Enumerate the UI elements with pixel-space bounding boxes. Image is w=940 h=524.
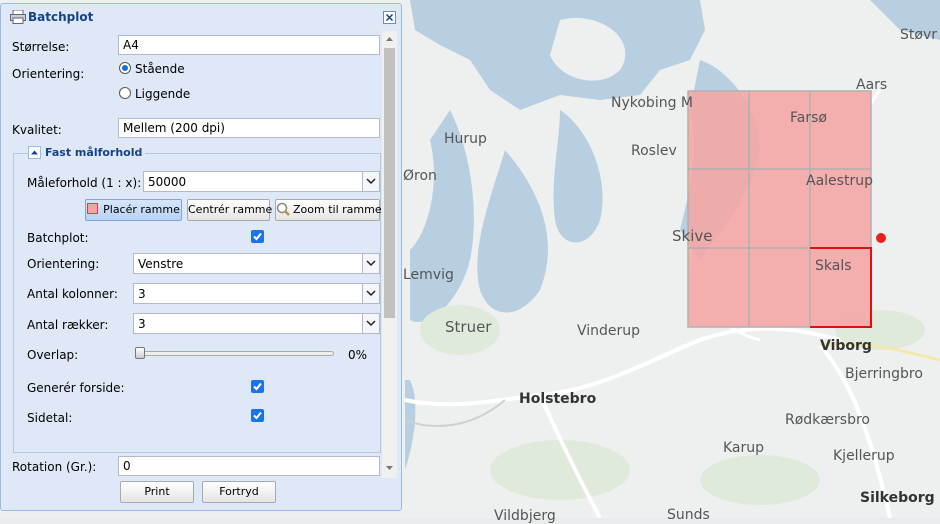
columns-trigger[interactable] <box>362 284 379 303</box>
checkmark-icon <box>253 232 262 241</box>
map-label-aalestrup: Aalestrup <box>806 173 873 189</box>
place-frame-button[interactable]: Placér ramme <box>85 199 182 221</box>
overlap-slider-thumb[interactable] <box>135 347 145 359</box>
cover-checkbox[interactable] <box>251 380 264 393</box>
panel-header[interactable]: Batchplot <box>1 4 401 30</box>
chevron-down-icon <box>366 178 376 185</box>
overlap-label: Overlap: <box>27 348 79 362</box>
scale-dropdown-trigger[interactable] <box>362 172 379 191</box>
scale-select[interactable]: 50000 <box>143 171 380 192</box>
scroll-down-icon[interactable] <box>382 463 397 473</box>
map-label-aars: Aars <box>856 77 888 93</box>
rotation-label: Rotation (Gr.): <box>12 460 97 474</box>
map-label-skive: Skive <box>672 227 713 245</box>
orientation-landscape-label: Liggende <box>135 87 191 101</box>
columns-value: 3 <box>138 287 146 301</box>
panel-body: Størrelse: A4 Orientering: Stående Ligge… <box>2 31 382 478</box>
rows-label: Antal rækker: <box>27 318 109 332</box>
map-label-holstebro: Holstebro <box>519 391 597 407</box>
map-label-vildbjerg: Vildbjerg <box>494 508 556 524</box>
zoom-frame-label: Zoom til ramme <box>293 203 382 216</box>
fixed-scale-legend: Fast målforhold <box>42 146 146 159</box>
map-label-vinderup: Vinderup <box>577 323 641 339</box>
columns-select[interactable]: 3 <box>133 283 380 304</box>
center-frame-button[interactable]: Centrér ramme <box>187 199 273 221</box>
map-label-hurup: Hurup <box>444 131 487 147</box>
map-label-karup: Karup <box>723 440 765 456</box>
map-label-silkeborg: Silkeborg <box>860 490 935 506</box>
panel-footer: Print Fortryd <box>2 478 400 510</box>
batchplot-panel: Batchplot Størrelse: A4 Orientering: Stå… <box>0 3 402 511</box>
map-label-stovring: Støvr <box>900 27 937 43</box>
panel-title: Batchplot <box>28 10 94 24</box>
pagenum-label: Sidetal: <box>27 411 73 425</box>
rows-trigger[interactable] <box>362 314 379 333</box>
cover-label: Generér forside: <box>27 381 125 395</box>
rows-value: 3 <box>138 317 146 331</box>
rotation-field[interactable]: 0 <box>118 456 380 476</box>
batchplot-label: Batchplot: <box>27 231 89 245</box>
batchplot-checkbox[interactable] <box>251 230 264 243</box>
close-button[interactable] <box>383 11 396 24</box>
size-label: Størrelse: <box>12 40 70 54</box>
map-label-bjerringbro: Bjerringbro <box>845 366 923 382</box>
print-label: Print <box>144 485 170 498</box>
zoom-frame-button[interactable]: Zoom til ramme <box>275 199 382 221</box>
chevron-up-icon <box>31 150 38 155</box>
map-label-viborg: Viborg <box>820 338 872 354</box>
overlap-value: 0% <box>348 348 368 362</box>
orientation-portrait-label: Stående <box>135 62 185 76</box>
size-field[interactable]: A4 <box>118 35 380 55</box>
scale-label: Måleforhold (1 : x): <box>27 176 142 190</box>
location-marker <box>876 233 886 243</box>
scale-value: 50000 <box>148 175 187 189</box>
rows-select[interactable]: 3 <box>133 313 380 334</box>
frame-icon <box>87 203 99 214</box>
orientation-radio-portrait[interactable] <box>119 62 131 74</box>
map-label-oron: Øron <box>403 168 437 184</box>
quality-field[interactable]: Mellem (200 dpi) <box>118 118 380 138</box>
center-frame-label: Centrér ramme <box>188 203 273 216</box>
map-label-roslev: Roslev <box>631 143 677 159</box>
map-label-lemvig: Lemvig <box>403 267 454 283</box>
overlap-slider-track[interactable] <box>136 351 334 356</box>
cancel-button[interactable]: Fortryd <box>202 481 276 503</box>
checkmark-icon <box>253 382 262 391</box>
map-label-kjellerup: Kjellerup <box>833 448 895 464</box>
map-label-rodkaersbro: Rødkærsbro <box>785 412 870 428</box>
orientation-label: Orientering: <box>12 67 85 81</box>
cancel-label: Fortryd <box>219 485 259 498</box>
batch-orientation-trigger[interactable] <box>362 254 379 273</box>
map-label-sunds: Sunds <box>667 507 710 523</box>
columns-label: Antal kolonner: <box>27 287 118 301</box>
map-label-farso: Farsø <box>790 110 827 126</box>
batch-grid <box>687 90 872 328</box>
place-frame-label: Placér ramme <box>103 203 180 216</box>
quality-label: Kvalitet: <box>12 123 62 137</box>
chevron-down-icon <box>366 320 376 327</box>
fieldset-toggle[interactable] <box>28 146 41 159</box>
pagenum-checkbox[interactable] <box>251 409 264 422</box>
close-icon <box>385 13 394 22</box>
print-button[interactable]: Print <box>120 481 194 503</box>
batch-orientation-label: Orientering: <box>27 257 100 271</box>
scrollbar-thumb[interactable] <box>384 48 395 318</box>
scroll-up-icon[interactable] <box>382 34 397 44</box>
batch-orientation-value: Venstre <box>138 257 184 271</box>
map-label-skals: Skals <box>815 258 852 274</box>
batch-orientation-select[interactable]: Venstre <box>133 253 380 274</box>
checkmark-icon <box>253 411 262 420</box>
orientation-radio-landscape[interactable] <box>119 87 131 99</box>
map-label-struer: Struer <box>445 318 492 336</box>
chevron-down-icon <box>366 260 376 267</box>
printer-icon <box>10 10 26 24</box>
map-label-nykobing: Nykobing M <box>611 95 693 111</box>
zoom-icon <box>276 202 290 216</box>
chevron-down-icon <box>366 290 376 297</box>
